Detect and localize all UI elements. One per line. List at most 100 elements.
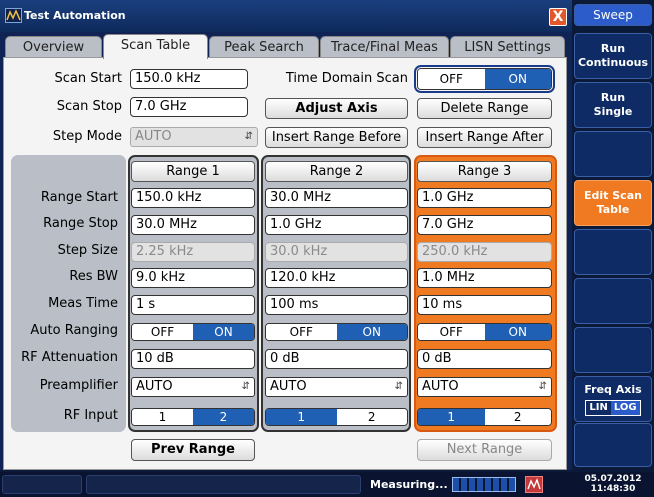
step-mode-select[interactable]: AUTO ⇵ [130, 127, 258, 147]
status-segment-1 [2, 475, 82, 494]
run-single-softkey[interactable]: Run Single [574, 82, 652, 128]
range-1-meas-time-input[interactable]: 1 s [131, 295, 255, 315]
row-label-rf-attenuation: RF Attenuation [21, 350, 118, 365]
edit-scan-table-softkey[interactable]: Edit Scan Table [574, 180, 652, 226]
range-1-atten-input[interactable]: 10 dB [131, 349, 255, 369]
range-2-input-2[interactable]: 2 [336, 409, 407, 425]
td-on-option[interactable]: ON [484, 69, 551, 89]
status-time: 11:48:30 [590, 484, 636, 494]
status-segment-2 [86, 475, 361, 494]
date-time-display: 05.07.2012 11:48:30 [575, 474, 651, 495]
range-3-auto-off[interactable]: OFF [418, 324, 485, 340]
insert-range-before-button[interactable]: Insert Range Before [265, 127, 408, 148]
range-3-input-1[interactable]: 1 [418, 409, 485, 425]
row-label-res-bw: Res BW [69, 269, 118, 284]
step-mode-value: AUTO [135, 129, 172, 144]
range-3-header[interactable]: Range 3 [417, 161, 552, 182]
td-off-option[interactable]: OFF [418, 69, 485, 89]
range-2-rf-input-toggle[interactable]: 1 2 [265, 408, 408, 426]
run-continuous-line2: Continuous [577, 56, 649, 69]
adjust-axis-button[interactable]: Adjust Axis [265, 98, 408, 119]
freq-axis-lin-option[interactable]: LIN [586, 401, 610, 415]
time-domain-label: Time Domain Scan [285, 71, 408, 86]
range-2-auto-ranging-toggle[interactable]: OFF ON [265, 323, 408, 341]
range-3-step-size: 250.0 kHz [417, 242, 552, 262]
range-3-stop-input[interactable]: 7.0 GHz [417, 215, 552, 235]
empty-softkey-6[interactable] [574, 278, 652, 324]
range-3-input-2[interactable]: 2 [484, 409, 551, 425]
row-label-range-start: Range Start [40, 190, 118, 205]
row-label-meas-time: Meas Time [48, 296, 118, 311]
time-domain-toggle[interactable]: OFF ON [414, 65, 555, 93]
close-button[interactable]: X [549, 8, 567, 26]
row-label-range-stop: Range Stop [43, 216, 118, 231]
range-3-auto-ranging-toggle[interactable]: OFF ON [417, 323, 552, 341]
range-2-start-input[interactable]: 30.0 MHz [265, 188, 408, 208]
range-1-header[interactable]: Range 1 [131, 161, 255, 182]
tab-peak-search[interactable]: Peak Search [209, 36, 319, 59]
range-3-rf-input-toggle[interactable]: 1 2 [417, 408, 552, 426]
title-bar: Test Automation X [0, 0, 572, 32]
range-1-preamp-select[interactable]: AUTO ⇵ [131, 377, 255, 397]
spinner-icon: ⇵ [538, 381, 547, 392]
range-3-auto-on[interactable]: ON [484, 324, 551, 340]
run-continuous-softkey[interactable]: Run Continuous [574, 33, 652, 79]
range-2-auto-on[interactable]: ON [336, 324, 407, 340]
empty-softkey-5[interactable] [574, 229, 652, 275]
range-2-auto-off[interactable]: OFF [266, 324, 337, 340]
tab-trace-final-meas[interactable]: Trace/Final Meas [320, 36, 449, 59]
range-2-meas-time-input[interactable]: 100 ms [265, 295, 408, 315]
freq-axis-label: Freq Axis [584, 382, 642, 396]
range-1-rbw-input[interactable]: 9.0 kHz [131, 268, 255, 288]
range-2-input-1[interactable]: 1 [266, 409, 337, 425]
tab-lisn-settings[interactable]: LISN Settings [450, 36, 565, 59]
range-2-header[interactable]: Range 2 [265, 161, 408, 182]
range-3-meas-time-input[interactable]: 10 ms [417, 295, 552, 315]
next-range-button[interactable]: Next Range [417, 439, 552, 461]
range-1-stop-input[interactable]: 30.0 MHz [131, 215, 255, 235]
range-3-atten-input[interactable]: 0 dB [417, 349, 552, 369]
row-label-preamplifier: Preamplifier [39, 378, 118, 393]
range-1-input-2[interactable]: 2 [193, 409, 254, 425]
tab-scan-table[interactable]: Scan Table [103, 34, 208, 59]
app-logo-icon [5, 8, 22, 23]
empty-softkey-9[interactable] [574, 423, 652, 467]
insert-range-after-button[interactable]: Insert Range After [417, 127, 552, 148]
range-1-step-size: 2.25 kHz [131, 242, 255, 262]
run-continuous-line1: Run [600, 42, 626, 55]
scan-stop-input[interactable]: 7.0 GHz [130, 97, 248, 117]
status-date: 05.07.2012 [584, 474, 642, 484]
tab-overview[interactable]: Overview [5, 36, 102, 59]
range-2-preamp-select[interactable]: AUTO ⇵ [265, 377, 408, 397]
range-1-auto-ranging-toggle[interactable]: OFF ON [131, 323, 255, 341]
range-1-start-input[interactable]: 150.0 kHz [131, 188, 255, 208]
progress-bar [452, 477, 516, 492]
status-indicator-icon [525, 476, 543, 493]
scan-stop-label: Scan Stop [56, 99, 122, 114]
empty-softkey-3[interactable] [574, 131, 652, 177]
window-title: Test Automation [24, 9, 126, 22]
spinner-icon: ⇵ [244, 131, 253, 142]
range-3-rbw-input[interactable]: 1.0 MHz [417, 268, 552, 288]
measuring-status: Measuring... [370, 478, 448, 491]
range-2-rbw-input[interactable]: 120.0 kHz [265, 268, 408, 288]
range-1-input-1[interactable]: 1 [132, 409, 193, 425]
scan-start-input[interactable]: 150.0 kHz [130, 69, 248, 89]
spinner-icon: ⇵ [241, 381, 250, 392]
range-2-atten-input[interactable]: 0 dB [265, 349, 408, 369]
edit-scan-line2: Table [596, 203, 630, 216]
range-1-auto-off[interactable]: OFF [132, 324, 193, 340]
range-3-preamp-select[interactable]: AUTO ⇵ [417, 377, 552, 397]
freq-axis-softkey[interactable]: Freq Axis LIN LOG [574, 376, 652, 422]
freq-axis-log-option[interactable]: LOG [610, 400, 640, 415]
range-1-rf-input-toggle[interactable]: 1 2 [131, 408, 255, 426]
range-2-stop-input[interactable]: 1.0 GHz [265, 215, 408, 235]
scan-start-label: Scan Start [54, 71, 123, 86]
empty-softkey-7[interactable] [574, 327, 652, 373]
delete-range-button[interactable]: Delete Range [417, 98, 552, 119]
range-1-preamp-value: AUTO [136, 379, 173, 394]
range-1-auto-on[interactable]: ON [193, 324, 254, 340]
prev-range-button[interactable]: Prev Range [131, 439, 255, 461]
range-3-start-input[interactable]: 1.0 GHz [417, 188, 552, 208]
row-label-rf-input: RF Input [63, 408, 118, 423]
